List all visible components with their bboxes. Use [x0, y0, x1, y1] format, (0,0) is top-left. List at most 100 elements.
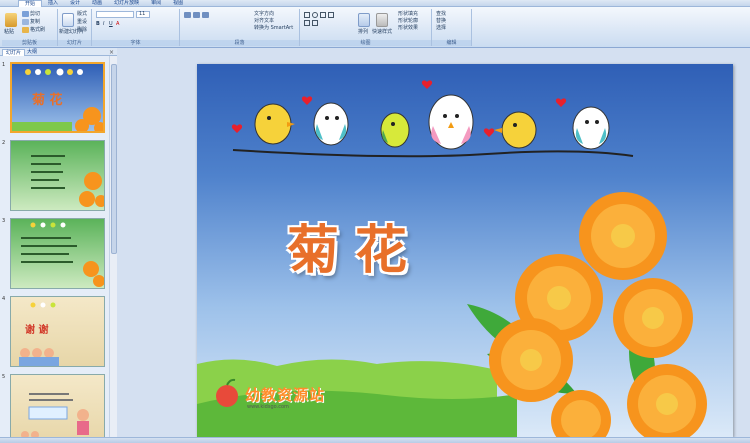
ribbon-tab[interactable]: 审阅	[145, 0, 167, 7]
clipboard-group: 粘贴 剪切 复制 格式刷 剪贴板	[2, 9, 58, 46]
ribbon-tabs: 开始 插入 设计 动画 幻灯片放映 审阅 视图	[18, 0, 189, 7]
rectangle-shape-icon[interactable]	[304, 12, 310, 18]
shape-outline-button[interactable]: 形状轮廓	[398, 18, 418, 24]
cut-icon[interactable]	[22, 11, 29, 17]
text-direction-button[interactable]: 文字方向	[254, 11, 274, 17]
font-group: 11 B I U A 字体	[92, 9, 180, 46]
bird-yellow-2	[494, 111, 537, 149]
smartart-button[interactable]: 转换为 SmartArt	[254, 25, 293, 31]
slide-thumb-3[interactable]	[10, 218, 105, 289]
bird-blue-white-2	[572, 106, 610, 150]
slide-artwork	[197, 80, 707, 437]
slide-thumb-4-art	[19, 302, 59, 366]
bird-green	[380, 112, 410, 148]
arrange-icon[interactable]	[358, 13, 370, 27]
chrysanthemum-flowers	[489, 192, 707, 437]
drawing-group: 排列 快速样式 形状填充 形状轮廓 形状效果 绘图	[300, 9, 432, 46]
bird-yellow-1	[254, 103, 295, 145]
ribbon-tab[interactable]: 插入	[42, 0, 64, 7]
wire-line	[232, 149, 634, 158]
format-painter-icon[interactable]	[22, 27, 29, 33]
logo-url: www.kidsgo.com	[247, 404, 289, 410]
bird-blue-white-1	[313, 102, 349, 146]
ribbon-tab-bar: 开始 插入 设计 动画 幻灯片放映 审阅 视图	[0, 0, 750, 7]
bold-button[interactable]: B	[96, 21, 100, 27]
font-color-button[interactable]: A	[116, 21, 119, 27]
tab-outline[interactable]: 大纲	[24, 49, 40, 56]
numbering-icon[interactable]	[193, 12, 200, 18]
slide-thumbnails: 1 菊 花 2 3 4 谢 谢 5	[0, 56, 117, 437]
ribbon-tab[interactable]: 开始	[18, 0, 43, 7]
slide-thumb-1-art: 菊 花	[12, 68, 103, 131]
slide-title[interactable]: 菊花	[287, 208, 423, 283]
slide-thumb-2-art	[31, 155, 104, 207]
ribbon-tab[interactable]: 视图	[167, 0, 189, 7]
ribbon-tab[interactable]: 动画	[86, 0, 108, 7]
star-shape-icon[interactable]	[312, 20, 318, 26]
align-text-button[interactable]: 对齐文本	[254, 18, 274, 24]
find-button[interactable]: 查找	[436, 11, 446, 17]
font-name-input[interactable]	[96, 11, 134, 18]
slide-number: 4	[2, 296, 6, 302]
cut-button[interactable]: 剪切	[30, 11, 40, 17]
underline-button[interactable]: U	[109, 21, 113, 27]
bullets-icon[interactable]	[184, 12, 191, 18]
select-button[interactable]: 选择	[436, 25, 446, 31]
indent-icon[interactable]	[202, 12, 209, 18]
slide-number: 2	[2, 140, 6, 146]
group-label: 字体	[92, 40, 179, 46]
slide-thumb-4[interactable]: 谢 谢	[10, 296, 105, 367]
font-size-input[interactable]: 11	[136, 11, 150, 18]
slide-thumb-1[interactable]: 菊 花	[10, 62, 105, 133]
copy-button[interactable]: 复制	[30, 19, 40, 25]
format-painter-button[interactable]: 格式刷	[30, 27, 45, 33]
slide-number: 5	[2, 374, 6, 380]
svg-text:菊 花: 菊 花	[32, 92, 63, 108]
group-label: 幻灯片	[58, 40, 91, 46]
ribbon-tab[interactable]: 设计	[64, 0, 86, 7]
group-label: 绘图	[300, 40, 431, 46]
tab-slides[interactable]: 幻灯片	[2, 49, 26, 56]
quick-styles-button[interactable]: 快速样式	[372, 29, 392, 35]
triangle-shape-icon[interactable]	[304, 20, 310, 26]
oval-shape-icon[interactable]	[312, 12, 318, 18]
paragraph-group: 文字方向 对齐文本 转换为 SmartArt 段落	[180, 9, 300, 46]
editing-group: 查找 替换 选择 编辑	[432, 9, 472, 46]
slide-editor: 菊花 幼教资源站 www.kidsgo.com	[117, 48, 750, 437]
ribbon: 粘贴 剪切 复制 格式刷 剪贴板 新建幻灯片 版式 重设 删除 幻灯片 11 B…	[0, 7, 750, 48]
status-bar	[0, 437, 750, 443]
group-label: 编辑	[432, 40, 471, 46]
reset-button[interactable]: 重设	[77, 19, 87, 25]
slide-thumb-5[interactable]	[10, 374, 105, 437]
slide-thumb-2[interactable]	[10, 140, 105, 211]
delete-button[interactable]: 删除	[77, 27, 87, 33]
bird-pink-white	[428, 94, 474, 150]
close-icon[interactable]: ×	[109, 49, 114, 56]
slide-number: 1	[2, 62, 6, 68]
shape-effects-button[interactable]: 形状效果	[398, 25, 418, 31]
line-shape-icon[interactable]	[320, 12, 326, 18]
logo-text: 幼教资源站	[245, 386, 326, 404]
quick-styles-icon[interactable]	[376, 13, 388, 27]
replace-button[interactable]: 替换	[436, 18, 446, 24]
apple-logo-icon	[216, 385, 238, 407]
new-slide-icon[interactable]	[62, 13, 74, 27]
slide-thumb-3-art	[21, 222, 104, 287]
layout-button[interactable]: 版式	[77, 11, 87, 17]
slides-pane-tabs: 幻灯片 大纲 ×	[0, 48, 117, 56]
group-label: 剪贴板	[2, 40, 57, 46]
italic-button[interactable]: I	[103, 21, 104, 27]
paste-icon[interactable]	[5, 13, 17, 27]
thumbnail-scrollbar[interactable]	[109, 56, 117, 437]
paste-button[interactable]: 粘贴	[4, 29, 14, 35]
arrange-button[interactable]: 排列	[358, 29, 368, 35]
arrow-shape-icon[interactable]	[328, 12, 334, 18]
slides-group: 新建幻灯片 版式 重设 删除 幻灯片	[58, 9, 92, 46]
current-slide[interactable]: 菊花 幼教资源站 www.kidsgo.com	[197, 64, 733, 437]
ribbon-tab[interactable]: 幻灯片放映	[108, 0, 145, 7]
slide-thumb-5-art	[21, 393, 89, 437]
shape-fill-button[interactable]: 形状填充	[398, 11, 418, 17]
group-label: 段落	[180, 40, 299, 46]
slide-number: 3	[2, 218, 6, 224]
copy-icon[interactable]	[22, 19, 29, 25]
